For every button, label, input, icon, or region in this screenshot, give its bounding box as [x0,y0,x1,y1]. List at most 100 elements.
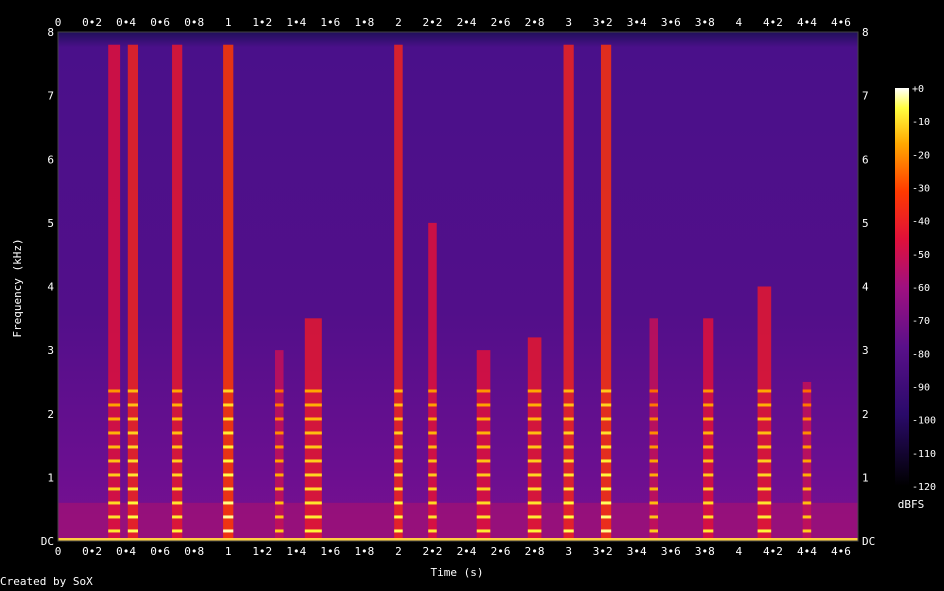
harmonic [172,403,183,407]
y-tick-label-left: 8 [47,26,54,39]
x-tick-label-top: 1•4 [286,16,306,29]
harmonic [563,389,574,393]
harmonic [223,487,234,491]
harmonic [428,445,437,449]
x-tick-label-bottom: 1 [225,545,232,558]
burst-body [563,44,574,541]
burst-2 [172,44,183,541]
x-tick-label-top: 1 [225,16,232,29]
colorbar-tick-label: -60 [912,283,930,294]
y-tick-label-left: 1 [47,471,54,484]
harmonic [802,459,812,463]
y-tick-label-left: 2 [47,408,54,421]
y-tick-labels-right: DC 1 2 3 4 5 6 7 8 [862,26,875,548]
x-tick-label-top: 0•4 [116,16,136,29]
harmonic [428,403,437,407]
burst-body [223,44,234,541]
harmonic [428,529,437,533]
harmonic [802,445,812,449]
burst-body [527,337,542,541]
harmonic [600,473,612,477]
x-tick-label-bottom: 2•4 [457,545,477,558]
harmonic [304,389,322,393]
x-tick-label-top: 3 [565,16,572,29]
harmonic [649,445,658,449]
harmonic [394,445,403,449]
y-tick-label-right: 8 [862,26,869,39]
harmonic [757,529,772,533]
harmonic [476,445,491,449]
colorbar-tick-label: -10 [912,117,930,128]
harmonic [563,431,574,435]
colorbar-tick-label: -110 [912,449,936,460]
x-tick-label-bottom: 0 [55,545,62,558]
harmonic [394,515,403,519]
harmonic [476,403,491,407]
harmonic [223,389,234,393]
harmonic [223,417,234,421]
burst-1 [127,44,138,541]
y-tick-label-right: DC [862,535,875,548]
harmonic [703,445,714,449]
harmonic [127,529,138,533]
harmonic [127,389,138,393]
y-tick-labels-left: DC 1 2 3 4 5 6 7 8 [41,26,55,548]
harmonic [127,403,138,407]
burst-body [108,44,121,541]
harmonic [563,515,574,519]
harmonic [172,459,183,463]
burst-3 [223,44,234,541]
harmonic [223,473,234,477]
harmonic [649,403,658,407]
harmonic [563,417,574,421]
burst-4 [275,350,284,541]
harmonic [428,473,437,477]
x-tick-label-bottom: 2•8 [525,545,545,558]
harmonic [127,473,138,477]
harmonic [108,473,121,477]
harmonic [275,529,284,533]
harmonic [563,529,574,533]
y-tick-label-left: 3 [47,344,54,357]
harmonic [127,487,138,491]
harmonic [802,501,812,505]
harmonic [223,445,234,449]
x-tick-label-top: 4 [736,16,743,29]
harmonic [275,403,284,407]
harmonic [600,445,612,449]
x-tick-labels-bottom: 0 0•2 0•4 0•6 0•8 1 1•2 1•4 1•6 1•8 2 2•2 2•4 2•6 2•8 3… [55,545,851,558]
harmonic [394,417,403,421]
harmonic [527,417,542,421]
harmonic [476,501,491,505]
harmonic [275,515,284,519]
x-axis-label: Time (s) [431,566,484,579]
harmonic [649,487,658,491]
burst-body [428,222,437,541]
harmonic [304,473,322,477]
colorbar-tick-labels: +0 -10 -20 -30 -40 -50 -60 -70 -80 -90 -100 -110 -12… [912,84,936,493]
colorbar-tick-label: -50 [912,250,930,261]
x-tick-label-bottom: 1•6 [320,545,340,558]
harmonic [304,459,322,463]
x-tick-label-bottom: 4•2 [763,545,783,558]
x-tick-label-top: 0•2 [82,16,102,29]
x-tick-label-top: 2•4 [457,16,477,29]
harmonic [394,501,403,505]
burst-14 [757,286,772,541]
harmonic [108,459,121,463]
burst-13 [703,318,714,541]
x-tick-label-bottom: 3•2 [593,545,613,558]
harmonic [172,417,183,421]
harmonic [703,389,714,393]
x-tick-label-bottom: 3•4 [627,545,647,558]
harmonic [802,473,812,477]
harmonic [394,473,403,477]
harmonic [275,445,284,449]
x-tick-label-top: 3•4 [627,16,647,29]
y-tick-label-right: 7 [862,90,869,103]
harmonic [275,417,284,421]
harmonic [757,445,772,449]
harmonic [108,445,121,449]
x-tick-label-top: 3•8 [695,16,715,29]
harmonic [563,445,574,449]
